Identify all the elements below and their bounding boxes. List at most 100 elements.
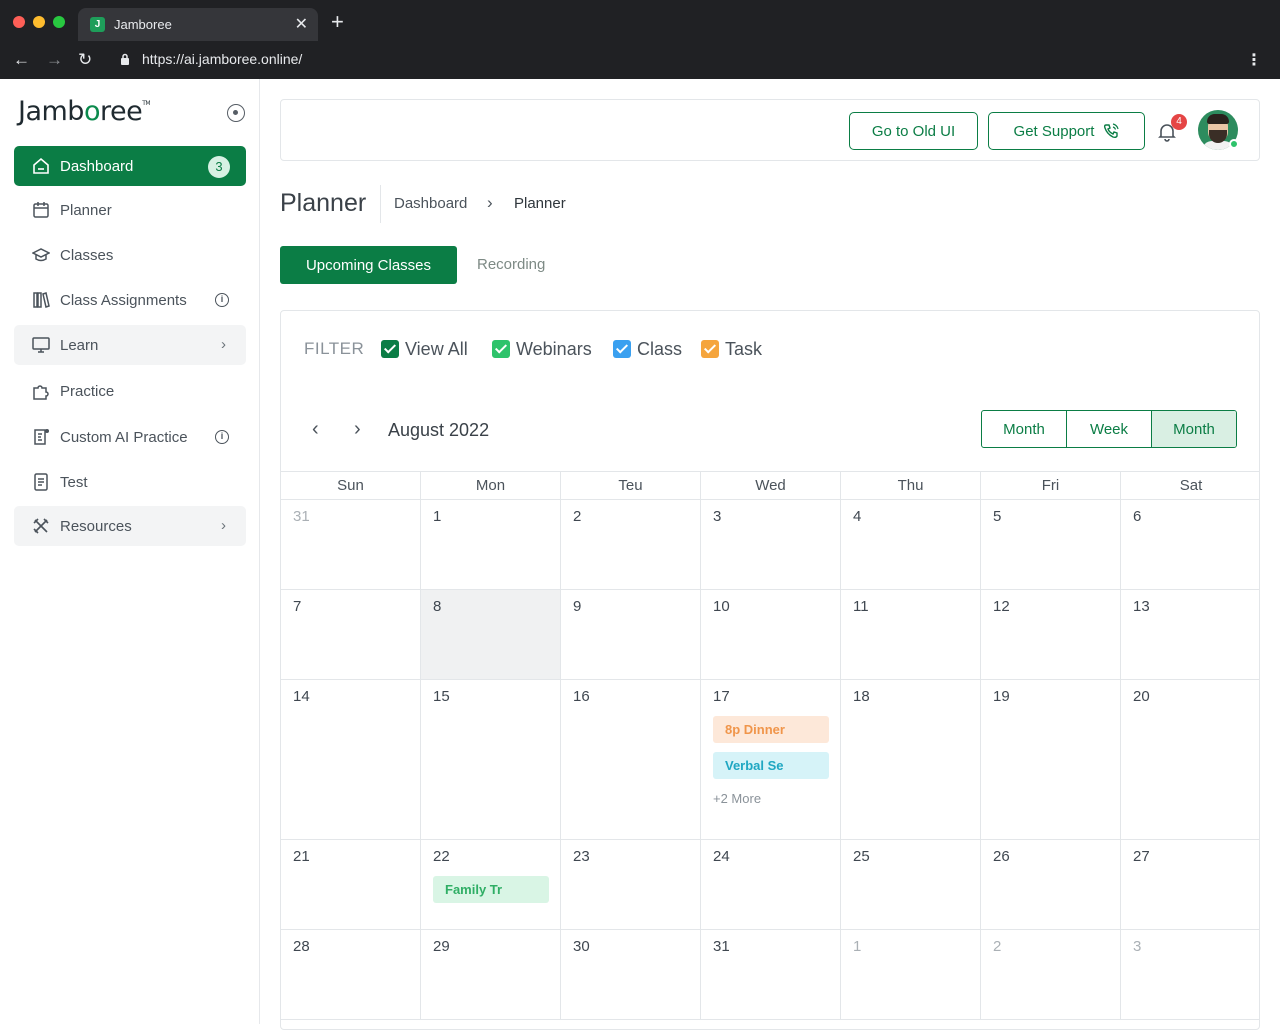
- calendar-month-label: August 2022: [388, 420, 490, 440]
- calendar-day[interactable]: 5: [981, 500, 1121, 589]
- class-checkbox[interactable]: [613, 340, 631, 358]
- address-bar[interactable]: https://ai.jamboree.online/: [142, 51, 302, 67]
- view-month-active-button[interactable]: Month: [1152, 411, 1236, 447]
- filter-label: FILTER: [304, 339, 365, 358]
- calendar-day[interactable]: 21: [281, 840, 421, 929]
- calendar-day[interactable]: 13: [1121, 590, 1259, 679]
- calendar-day[interactable]: 1: [841, 930, 981, 1019]
- new-tab-icon[interactable]: +: [331, 11, 344, 33]
- calendar-day[interactable]: 6: [1121, 500, 1259, 589]
- calendar-day[interactable]: 29: [421, 930, 561, 1019]
- get-support-button[interactable]: Get Support: [988, 112, 1145, 150]
- event-dinner[interactable]: 8p Dinner: [713, 716, 829, 743]
- sidebar-item-test[interactable]: Test: [14, 462, 246, 502]
- task-label[interactable]: Task: [725, 339, 762, 360]
- calendar-day[interactable]: 2: [981, 930, 1121, 1019]
- calendar-day[interactable]: 20: [1121, 680, 1259, 839]
- chevron-right-icon: ›: [221, 336, 226, 353]
- sidebar-item-resources[interactable]: Resources ›: [14, 506, 246, 546]
- weekday-header: Sun: [281, 472, 421, 499]
- next-month-button[interactable]: ›: [354, 418, 361, 441]
- browser-tab[interactable]: J Jamboree ✕: [78, 8, 318, 41]
- back-icon[interactable]: ←: [13, 50, 30, 70]
- day-number: 21: [293, 848, 310, 865]
- calendar-day[interactable]: 3: [701, 500, 841, 589]
- weekday-header: Teu: [561, 472, 701, 499]
- view-all-label[interactable]: View All: [405, 339, 468, 360]
- view-week-button[interactable]: Week: [1067, 411, 1152, 447]
- close-tab-icon[interactable]: ✕: [295, 14, 308, 34]
- info-icon[interactable]: i: [215, 430, 229, 444]
- maximize-window-button[interactable]: [53, 16, 65, 28]
- view-month-button[interactable]: Month: [982, 411, 1067, 447]
- calendar-day[interactable]: 17 8p Dinner Verbal Se +2 More: [701, 680, 841, 839]
- calendar-week-row: 31 1 2 3 4 5 6: [281, 500, 1259, 590]
- calendar-day[interactable]: 27: [1121, 840, 1259, 929]
- more-events-link[interactable]: +2 More: [713, 791, 761, 806]
- calendar-day[interactable]: 26: [981, 840, 1121, 929]
- calendar-day[interactable]: 9: [561, 590, 701, 679]
- sidebar-item-custom-ai-practice[interactable]: Custom AI Practice i: [14, 417, 246, 457]
- sidebar-item-classes[interactable]: Classes: [14, 235, 246, 275]
- calendar-day[interactable]: 28: [281, 930, 421, 1019]
- minimize-window-button[interactable]: [33, 16, 45, 28]
- tab-upcoming-classes[interactable]: Upcoming Classes: [280, 246, 457, 284]
- event-family-trip[interactable]: Family Tr: [433, 876, 549, 903]
- go-to-old-ui-button[interactable]: Go to Old UI: [849, 112, 978, 150]
- sidebar-item-label: Planner: [60, 201, 112, 219]
- info-icon[interactable]: i: [215, 293, 229, 307]
- sidebar-item-dashboard[interactable]: Dashboard 3: [14, 146, 246, 186]
- calendar-day[interactable]: 1: [421, 500, 561, 589]
- sidebar-item-practice[interactable]: Practice: [14, 371, 246, 411]
- calendar-day[interactable]: 7: [281, 590, 421, 679]
- sidebar-item-planner[interactable]: Planner: [14, 190, 246, 230]
- calendar-day[interactable]: 31: [281, 500, 421, 589]
- event-verbal-session[interactable]: Verbal Se: [713, 752, 829, 779]
- calendar-day[interactable]: 2: [561, 500, 701, 589]
- calendar-day[interactable]: 10: [701, 590, 841, 679]
- calendar-day[interactable]: 31: [701, 930, 841, 1019]
- previous-month-button[interactable]: ‹: [312, 418, 319, 441]
- reload-icon[interactable]: ↻: [78, 50, 92, 70]
- tab-recording[interactable]: Recording: [477, 256, 545, 273]
- calendar-day[interactable]: 14: [281, 680, 421, 839]
- view-all-checkbox[interactable]: [381, 340, 399, 358]
- day-number: 31: [713, 938, 730, 955]
- task-checkbox[interactable]: [701, 340, 719, 358]
- calendar-day[interactable]: 19: [981, 680, 1121, 839]
- calendar-day[interactable]: 11: [841, 590, 981, 679]
- calendar-day[interactable]: 15: [421, 680, 561, 839]
- webinars-label[interactable]: Webinars: [516, 339, 592, 360]
- jamboree-logo[interactable]: JamboreeTM: [18, 96, 151, 127]
- day-number: 10: [713, 598, 730, 615]
- day-number: 5: [993, 508, 1002, 525]
- weekday-header-row: Sun Mon Teu Wed Thu Fri Sat: [281, 471, 1259, 500]
- weekday-header: Wed: [701, 472, 841, 499]
- breadcrumb-current: Planner: [514, 195, 566, 212]
- calendar-day[interactable]: 16: [561, 680, 701, 839]
- sidebar-item-learn[interactable]: Learn ›: [14, 325, 246, 365]
- close-window-button[interactable]: [13, 16, 25, 28]
- day-number: 19: [993, 688, 1010, 705]
- breadcrumb-dashboard[interactable]: Dashboard: [394, 195, 467, 212]
- browser-menu-icon[interactable]: ⋮: [1246, 50, 1262, 70]
- sidebar-item-label: Dashboard: [60, 157, 134, 175]
- calendar-day[interactable]: 30: [561, 930, 701, 1019]
- calendar-day[interactable]: 25: [841, 840, 981, 929]
- calendar-day[interactable]: 23: [561, 840, 701, 929]
- calendar-day[interactable]: 22 Family Tr: [421, 840, 561, 929]
- calendar-day[interactable]: 18: [841, 680, 981, 839]
- webinars-checkbox[interactable]: [492, 340, 510, 358]
- calendar-day[interactable]: 12: [981, 590, 1121, 679]
- forward-icon[interactable]: →: [46, 50, 63, 70]
- get-support-label: Get Support: [1013, 122, 1095, 140]
- class-label[interactable]: Class: [637, 339, 682, 360]
- calendar-day[interactable]: 24: [701, 840, 841, 929]
- sidebar-item-label: Class Assignments: [60, 291, 187, 309]
- calendar-day[interactable]: 4: [841, 500, 981, 589]
- calendar-day[interactable]: 3: [1121, 930, 1259, 1019]
- sidebar-item-class-assignments[interactable]: Class Assignments i: [14, 280, 246, 320]
- collapse-sidebar-icon[interactable]: [227, 104, 245, 122]
- calendar-day-today[interactable]: 8: [421, 590, 561, 679]
- calendar-week-row: 7 8 9 10 11 12 13: [281, 590, 1259, 680]
